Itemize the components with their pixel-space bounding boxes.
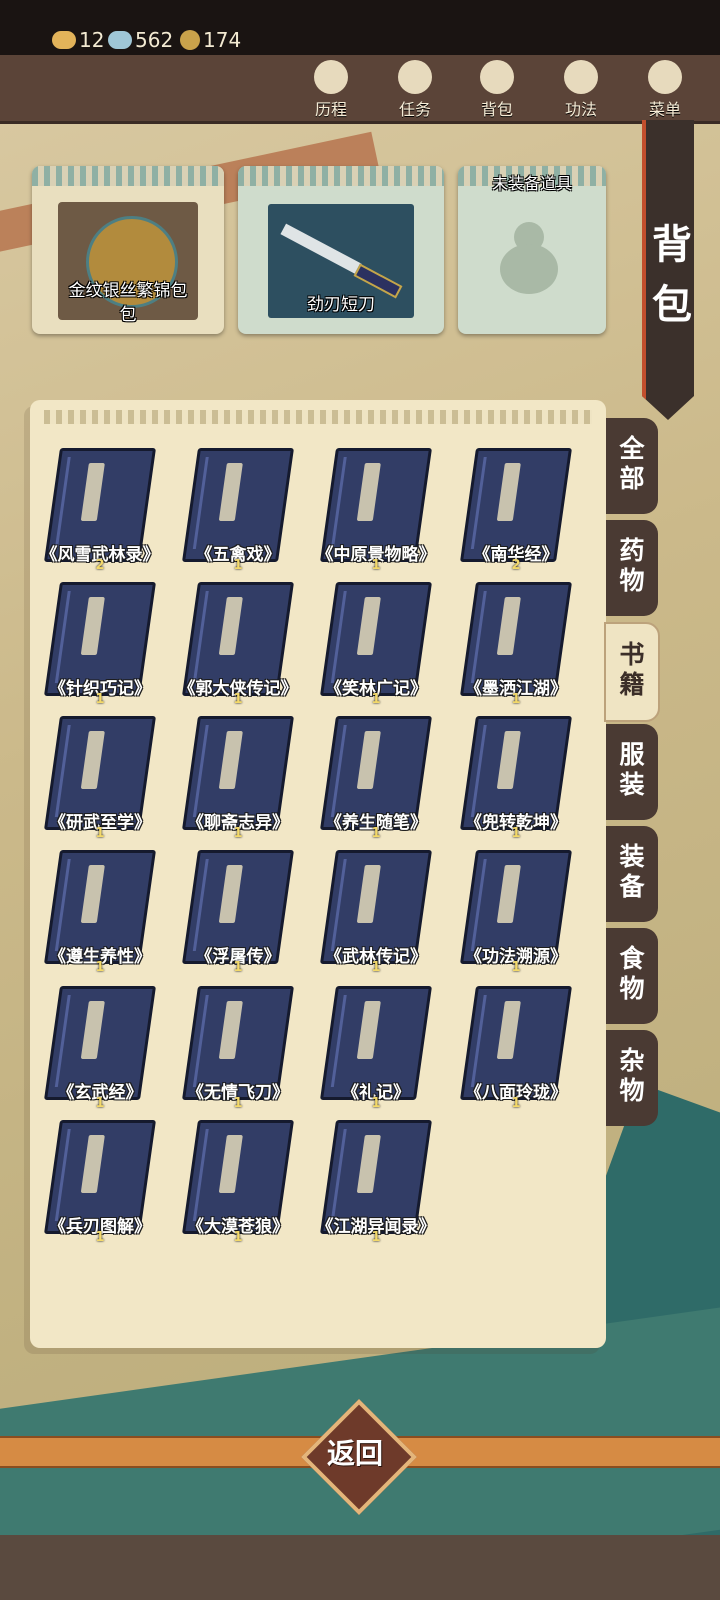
inventory-item[interactable]: 《八面玲珑》 1 — [446, 986, 586, 1111]
inventory-item[interactable]: 《大漠苍狼》 1 — [168, 1120, 308, 1245]
tab-equipment[interactable]: 装备 — [606, 826, 658, 922]
item-count: 1 — [95, 1230, 105, 1245]
inventory-item[interactable]: 《郭大侠传记》 1 — [168, 582, 308, 707]
inventory-item[interactable]: 《遵生养性》 1 — [30, 850, 170, 975]
item-count: 1 — [95, 960, 105, 975]
tab-books[interactable]: 书籍 — [604, 622, 660, 722]
inventory-item[interactable]: 《武林传记》 1 — [306, 850, 446, 975]
nav-menu-button[interactable]: 菜单 — [630, 60, 700, 122]
item-count: 2 — [511, 558, 521, 573]
item-count: 1 — [371, 960, 381, 975]
item-count: 1 — [233, 692, 243, 707]
item-count: 1 — [233, 558, 243, 573]
item-count: 1 — [95, 826, 105, 841]
tab-clothing[interactable]: 服装 — [606, 724, 658, 820]
inventory-item[interactable]: 《无情飞刀》 1 — [168, 986, 308, 1111]
item-count: 1 — [371, 826, 381, 841]
item-count: 1 — [511, 692, 521, 707]
item-count: 1 — [95, 692, 105, 707]
item-count: 1 — [511, 960, 521, 975]
inventory-item[interactable]: 《南华经》 2 — [446, 448, 586, 573]
tab-misc[interactable]: 杂物 — [606, 1030, 658, 1126]
inventory-grid: 《风雪武林录》 2 《五禽戏》 1 《中原景物略》 1 《南华经》 2 《针织巧记》 1 《郭大侠传… — [0, 0, 600, 1245]
item-count: 1 — [233, 826, 243, 841]
inventory-item[interactable]: 《中原景物略》 1 — [306, 448, 446, 573]
tab-food[interactable]: 食物 — [606, 928, 658, 1024]
item-count: 1 — [233, 960, 243, 975]
item-count: 1 — [95, 1096, 105, 1111]
bag-title-banner: 背 包 — [642, 120, 694, 420]
fan-icon — [648, 60, 682, 94]
inventory-item[interactable]: 《风雪武林录》 2 — [30, 448, 170, 573]
inventory-item[interactable]: 《研武至学》 1 — [30, 716, 170, 841]
item-count: 2 — [95, 558, 105, 573]
inventory-item[interactable]: 《兜转乾坤》 1 — [446, 716, 586, 841]
item-count: 1 — [371, 1230, 381, 1245]
inventory-item[interactable]: 《墨洒江湖》 1 — [446, 582, 586, 707]
inventory-item[interactable]: 《江湖异闻录》 1 — [306, 1120, 446, 1245]
inventory-item[interactable]: 《养生随笔》 1 — [306, 716, 446, 841]
inventory-item[interactable]: 《五禽戏》 1 — [168, 448, 308, 573]
inventory-item[interactable]: 《针织巧记》 1 — [30, 582, 170, 707]
inventory-item[interactable]: 《玄武经》 1 — [30, 986, 170, 1111]
inventory-item[interactable]: 《兵刃图解》 1 — [30, 1120, 170, 1245]
inventory-item[interactable]: 《笑林广记》 1 — [306, 582, 446, 707]
item-count: 1 — [371, 692, 381, 707]
inventory-item[interactable]: 《功法溯源》 1 — [446, 850, 586, 975]
inventory-item[interactable]: 《礼记》 1 — [306, 986, 446, 1111]
return-button[interactable]: 返回 — [300, 1398, 417, 1515]
item-count: 1 — [511, 1096, 521, 1111]
item-count: 1 — [371, 558, 381, 573]
inventory-item[interactable]: 《聊斋志异》 1 — [168, 716, 308, 841]
inventory-item[interactable]: 《浮屠传》 1 — [168, 850, 308, 975]
item-count: 1 — [371, 1096, 381, 1111]
tab-medicine[interactable]: 药物 — [606, 520, 658, 616]
tab-all[interactable]: 全部 — [606, 418, 658, 514]
item-count: 1 — [233, 1230, 243, 1245]
item-count: 1 — [511, 826, 521, 841]
item-count: 1 — [233, 1096, 243, 1111]
